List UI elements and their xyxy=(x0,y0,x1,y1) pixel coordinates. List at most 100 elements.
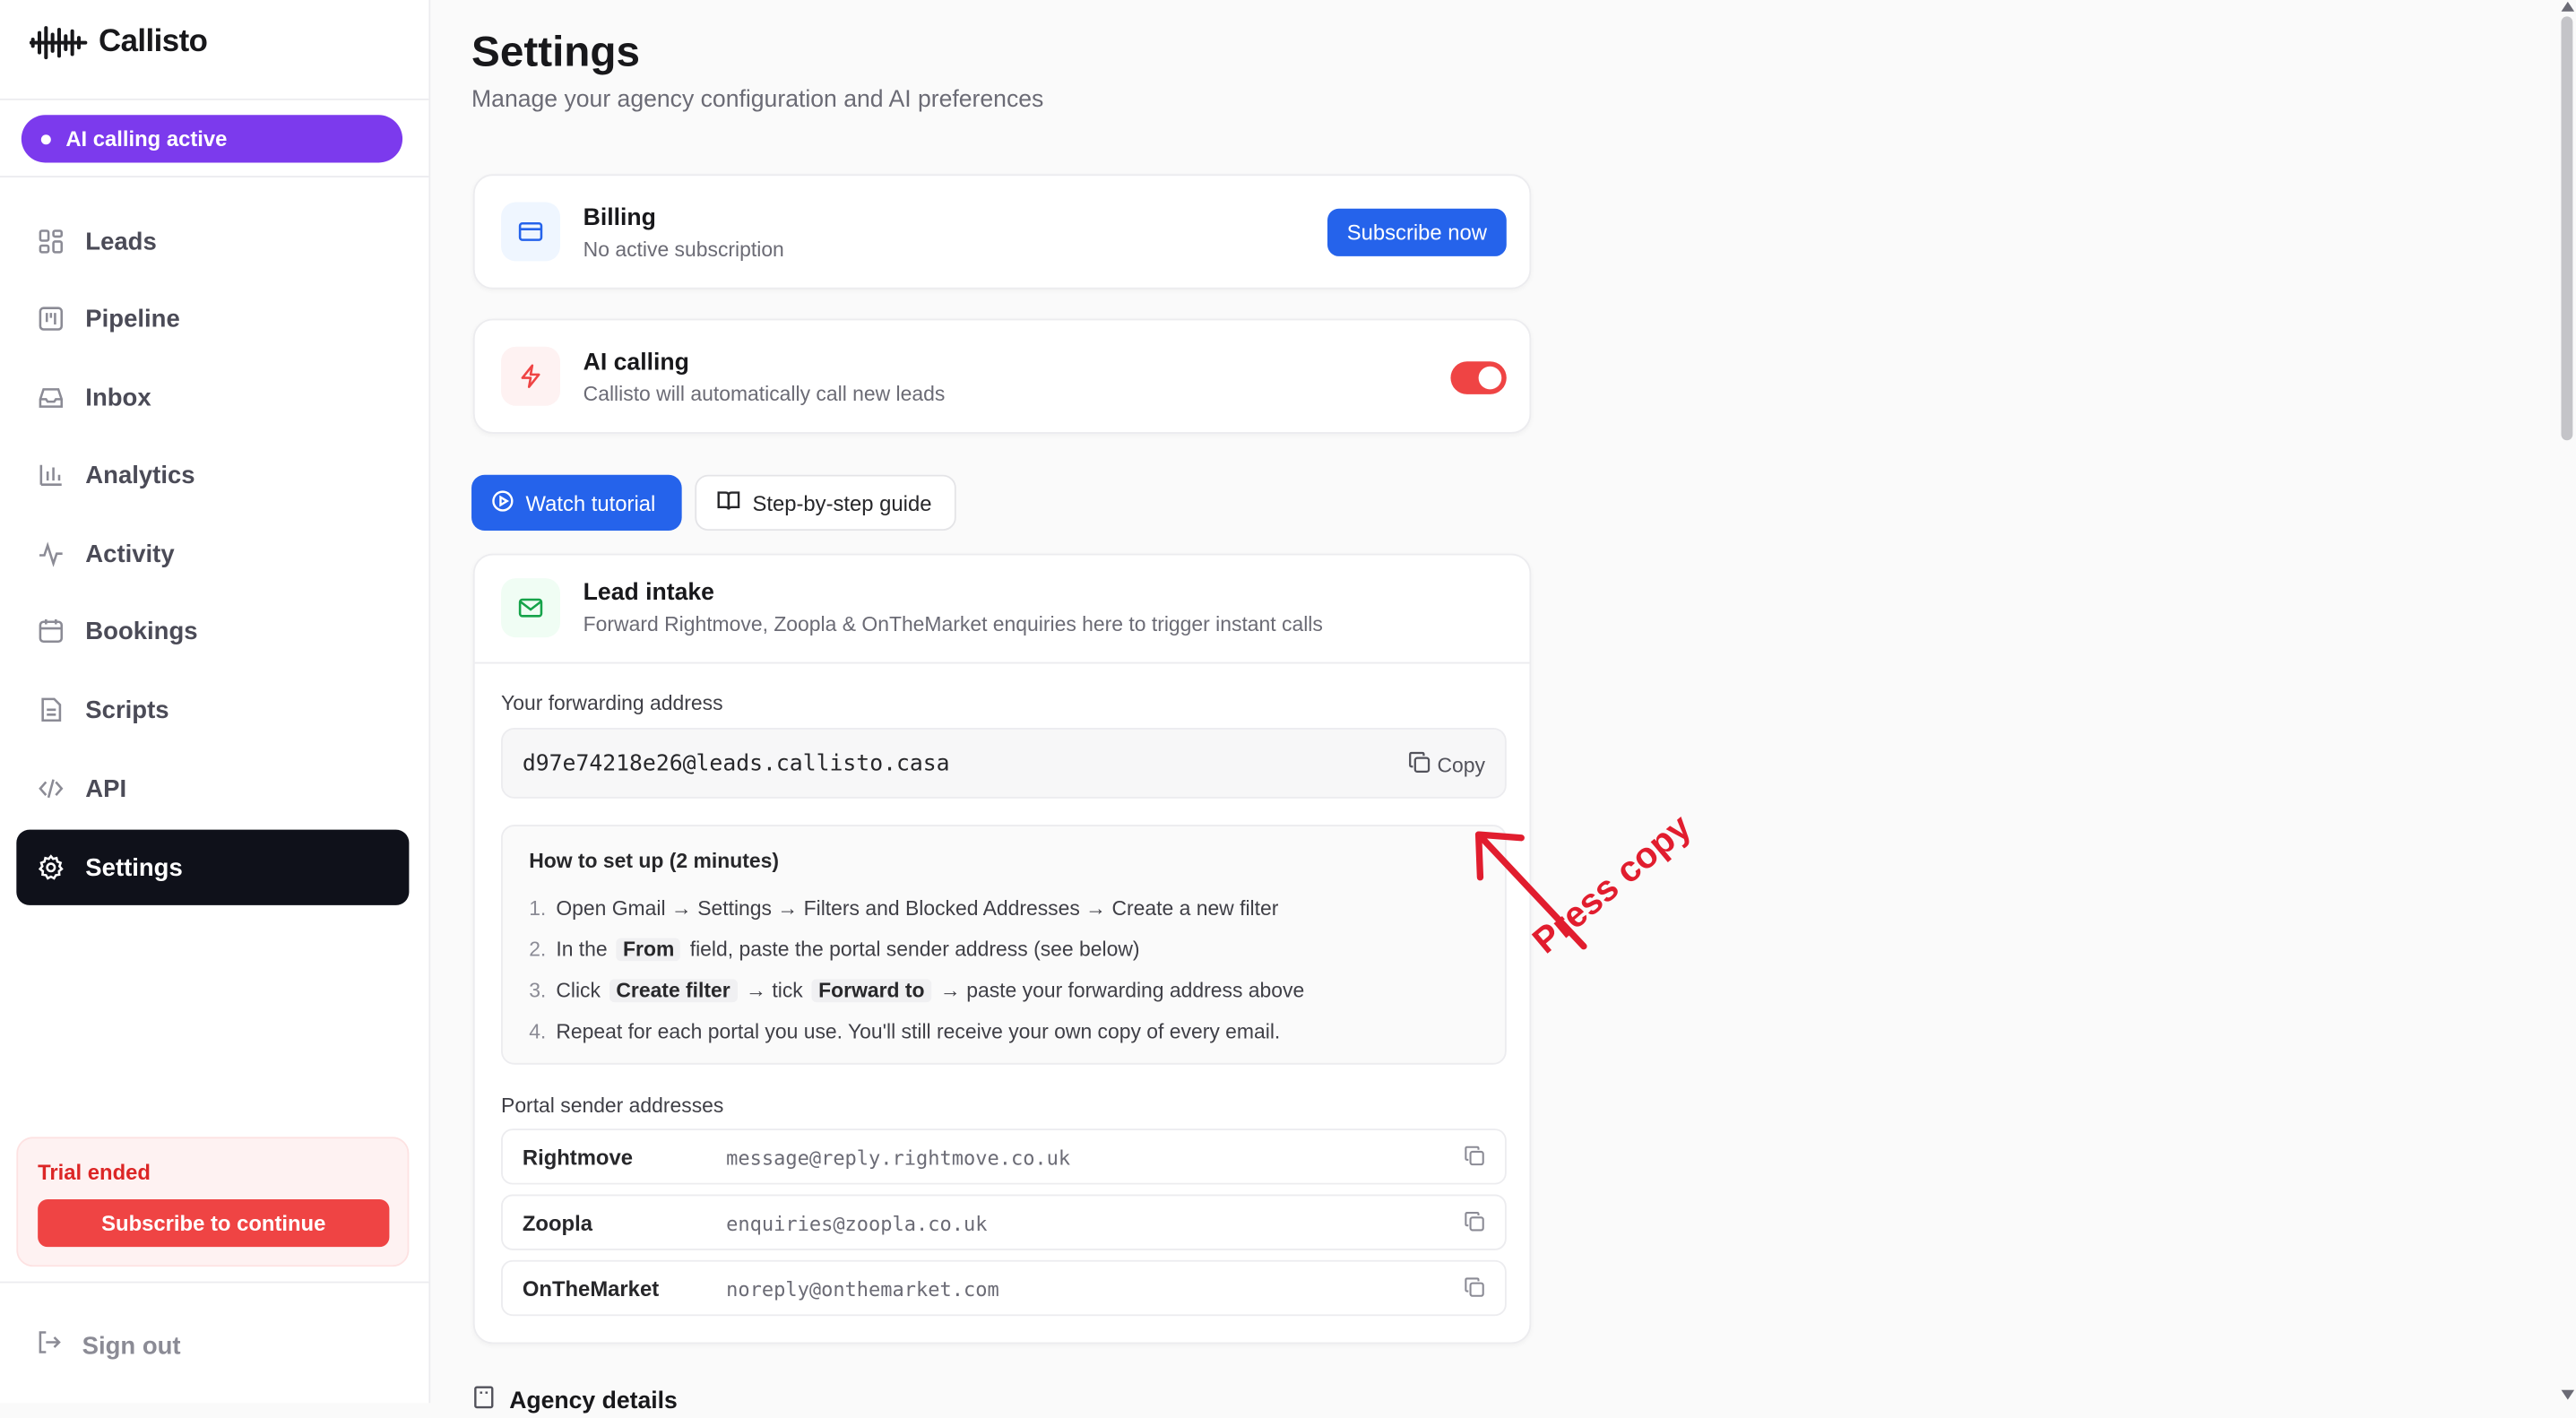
setup-step: 1. Open Gmail → Settings → Filters and Bl… xyxy=(529,896,1279,921)
ai-calling-toggle[interactable] xyxy=(1450,361,1507,394)
sidebar-item-activity[interactable]: Activity xyxy=(16,516,409,592)
subscribe-now-button[interactable]: Subscribe now xyxy=(1327,208,1507,256)
forwarding-address-value[interactable]: d97e74218e26@leads.callisto.casa xyxy=(523,751,950,777)
portal-row-onthemarket: OnTheMarket noreply@onthemarket.com xyxy=(501,1259,1507,1317)
copy-icon[interactable] xyxy=(1464,1146,1485,1175)
app-name: Callisto xyxy=(98,24,208,59)
inline-code: Create filter xyxy=(609,979,738,1003)
subscribe-to-continue-button[interactable]: Subscribe to continue xyxy=(38,1199,390,1248)
mail-icon xyxy=(501,578,561,638)
portal-row-zoopla: Zoopla enquiries@zoopla.co.uk xyxy=(501,1194,1507,1250)
watch-tutorial-label: Watch tutorial xyxy=(525,490,656,515)
sidebar-item-leads[interactable]: Leads xyxy=(16,203,409,279)
gear-icon xyxy=(36,852,65,882)
copy-address-button[interactable]: Copy xyxy=(1407,751,1485,779)
activity-icon xyxy=(36,539,65,568)
step-by-step-guide-button[interactable]: Step-by-step guide xyxy=(695,474,956,532)
divider xyxy=(474,661,1530,664)
lead-intake-title: Lead intake xyxy=(583,580,714,607)
sidebar-item-label: Bookings xyxy=(85,617,198,645)
setup-step: 4. Repeat for each portal you use. You'll… xyxy=(529,1020,1281,1043)
forwarding-address-field[interactable]: d97e74218e26@leads.callisto.casa Copy xyxy=(501,727,1507,799)
sidebar-item-label: API xyxy=(85,774,127,803)
sidebar-item-scripts[interactable]: Scripts xyxy=(16,672,409,748)
inline-code: Forward to xyxy=(811,979,931,1003)
kanban-icon xyxy=(36,304,65,333)
book-open-icon xyxy=(716,488,740,517)
scroll-up-icon[interactable] xyxy=(2561,1,2575,12)
bar-chart-icon xyxy=(36,460,65,489)
agency-details-title: Agency details xyxy=(509,1388,678,1415)
copy-icon xyxy=(1407,751,1431,779)
guide-label: Step-by-step guide xyxy=(752,490,932,515)
ai-calling-title: AI calling xyxy=(583,350,689,376)
portal-addresses-label: Portal sender addresses xyxy=(501,1094,724,1118)
ai-status-pill[interactable]: AI calling active xyxy=(21,115,403,163)
sidebar-item-settings[interactable]: Settings xyxy=(16,829,410,905)
inbox-icon xyxy=(36,383,65,412)
sidebar-item-label: Leads xyxy=(85,227,157,256)
copy-label: Copy xyxy=(1437,753,1485,777)
lead-intake-description: Forward Rightmove, Zoopla & OnTheMarket … xyxy=(583,612,1323,636)
sidebar-item-label: Analytics xyxy=(85,461,195,489)
log-out-icon xyxy=(36,1329,62,1362)
calendar-icon xyxy=(36,616,65,645)
billing-card: Billing No active subscription Subscribe… xyxy=(472,174,1532,290)
sidebar-item-label: Scripts xyxy=(85,696,169,724)
page-subtitle: Manage your agency configuration and AI … xyxy=(471,87,1044,114)
sidebar-item-api[interactable]: API xyxy=(16,751,409,826)
logo[interactable]: Callisto xyxy=(29,23,208,63)
sidebar-item-inbox[interactable]: Inbox xyxy=(16,359,409,435)
portal-name: OnTheMarket xyxy=(522,1276,660,1301)
portal-email[interactable]: enquiries@zoopla.co.uk xyxy=(726,1213,987,1236)
lead-intake-card: Lead intake Forward Rightmove, Zoopla & … xyxy=(472,553,1532,1345)
ai-status-label: AI calling active xyxy=(65,126,228,151)
portal-email[interactable]: noreply@onthemarket.com xyxy=(726,1278,999,1301)
sidebar-item-label: Pipeline xyxy=(85,305,180,333)
app-root: Callisto AI calling active Leads Pipelin… xyxy=(0,0,2576,1414)
page-title: Settings xyxy=(471,26,641,76)
divider xyxy=(0,176,429,177)
setup-instructions: How to set up (2 minutes) 1. Open Gmail →… xyxy=(501,825,1507,1065)
sidebar: Callisto AI calling active Leads Pipelin… xyxy=(0,0,431,1404)
divider xyxy=(0,98,429,100)
divider xyxy=(0,1281,429,1284)
trial-banner: Trial ended Subscribe to continue xyxy=(16,1137,410,1267)
watch-tutorial-button[interactable]: Watch tutorial xyxy=(471,474,682,532)
lightning-icon xyxy=(501,346,561,406)
building-icon xyxy=(471,1385,496,1418)
ai-calling-description: Callisto will automatically call new lea… xyxy=(583,383,946,406)
sidebar-item-label: Settings xyxy=(85,853,183,882)
sidebar-item-analytics[interactable]: Analytics xyxy=(16,437,409,513)
play-circle-icon xyxy=(491,489,514,516)
billing-title: Billing xyxy=(583,205,656,232)
scrollbar[interactable] xyxy=(2557,0,2576,1404)
sidebar-item-pipeline[interactable]: Pipeline xyxy=(16,281,409,356)
credit-card-icon xyxy=(501,202,561,262)
copy-icon[interactable] xyxy=(1464,1276,1485,1306)
setup-instructions-title: How to set up (2 minutes) xyxy=(529,849,779,873)
portal-name: Rightmove xyxy=(522,1145,633,1171)
sign-out-button[interactable]: Sign out xyxy=(36,1329,181,1362)
scrollbar-thumb[interactable] xyxy=(2561,16,2573,441)
grid-icon xyxy=(36,227,65,256)
sidebar-item-label: Activity xyxy=(85,540,175,568)
file-text-icon xyxy=(36,695,65,724)
scroll-down-icon[interactable] xyxy=(2561,1389,2575,1400)
sidebar-item-bookings[interactable]: Bookings xyxy=(16,593,409,669)
copy-icon[interactable] xyxy=(1464,1211,1485,1241)
ai-calling-card: AI calling Callisto will automatically c… xyxy=(472,318,1532,434)
setup-step: 3. Click Create filter → tick Forward to … xyxy=(529,979,1305,1003)
waveform-logo-icon xyxy=(29,26,88,60)
portal-name: Zoopla xyxy=(522,1210,592,1236)
billing-status: No active subscription xyxy=(583,238,784,262)
portal-email[interactable]: message@reply.rightmove.co.uk xyxy=(726,1146,1070,1170)
code-icon xyxy=(36,774,65,803)
inline-code: From xyxy=(616,938,681,962)
status-dot xyxy=(40,134,51,144)
portal-row-rightmove: Rightmove message@reply.rightmove.co.uk xyxy=(501,1128,1507,1185)
toggle-knob xyxy=(1478,366,1502,390)
sidebar-item-label: Inbox xyxy=(85,383,151,412)
agency-details-header: Agency details xyxy=(471,1385,678,1418)
sign-out-label: Sign out xyxy=(82,1331,181,1360)
